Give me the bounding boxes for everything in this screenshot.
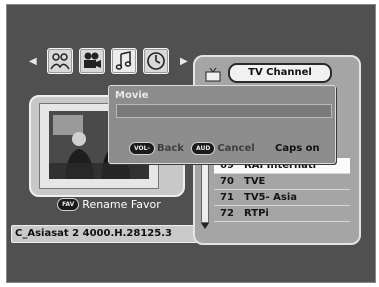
tv-icon [205,68,221,82]
prev-category-arrow[interactable]: ◀ [29,57,37,67]
back-label: Back [156,143,184,154]
fav-key-button[interactable]: FAV [57,198,80,211]
back-button[interactable]: VOL- Back [129,142,184,155]
channel-name: RTPi [244,208,269,219]
tv-menu-screen: ◀ ▶ FAV Rename Favor C_Asiasat 2 4000.H.… [6,4,376,283]
channel-number: 71 [220,192,234,203]
film-camera-icon[interactable] [79,48,105,74]
scroll-down-arrow-icon[interactable] [201,223,209,229]
rename-favorite-control[interactable]: FAV Rename Favor [57,198,161,211]
aud-key-icon: AUD [191,142,216,155]
music-note-icon[interactable] [111,48,137,74]
channel-row[interactable]: 70 TVE [214,174,350,190]
channel-row[interactable]: 71 TV5- Asia [214,190,350,206]
cancel-button[interactable]: AUD Cancel [191,142,255,155]
rename-dialog: Movie VOL- Back AUD Cancel Caps on [108,85,336,164]
tv-channel-tab[interactable]: TV Channel [228,63,332,83]
people-icon[interactable] [47,48,73,74]
caps-status: Caps on [275,143,320,154]
next-category-arrow[interactable]: ▶ [180,57,188,67]
satellite-info-bar: C_Asiasat 2 4000.H.28125.3 [11,225,198,243]
rename-input[interactable] [116,104,332,118]
dialog-title: Movie [115,90,149,101]
channel-name: TV5- Asia [244,192,298,203]
channel-number: 70 [220,176,234,187]
rename-favorite-label: Rename Favor [82,198,161,211]
channel-row[interactable]: 72 RTPi [214,206,350,222]
channel-name: TVE [244,176,266,187]
channel-number: 72 [220,208,234,219]
vol-minus-key-icon: VOL- [129,142,155,155]
cancel-label: Cancel [217,143,255,154]
clock-icon[interactable] [143,48,169,74]
